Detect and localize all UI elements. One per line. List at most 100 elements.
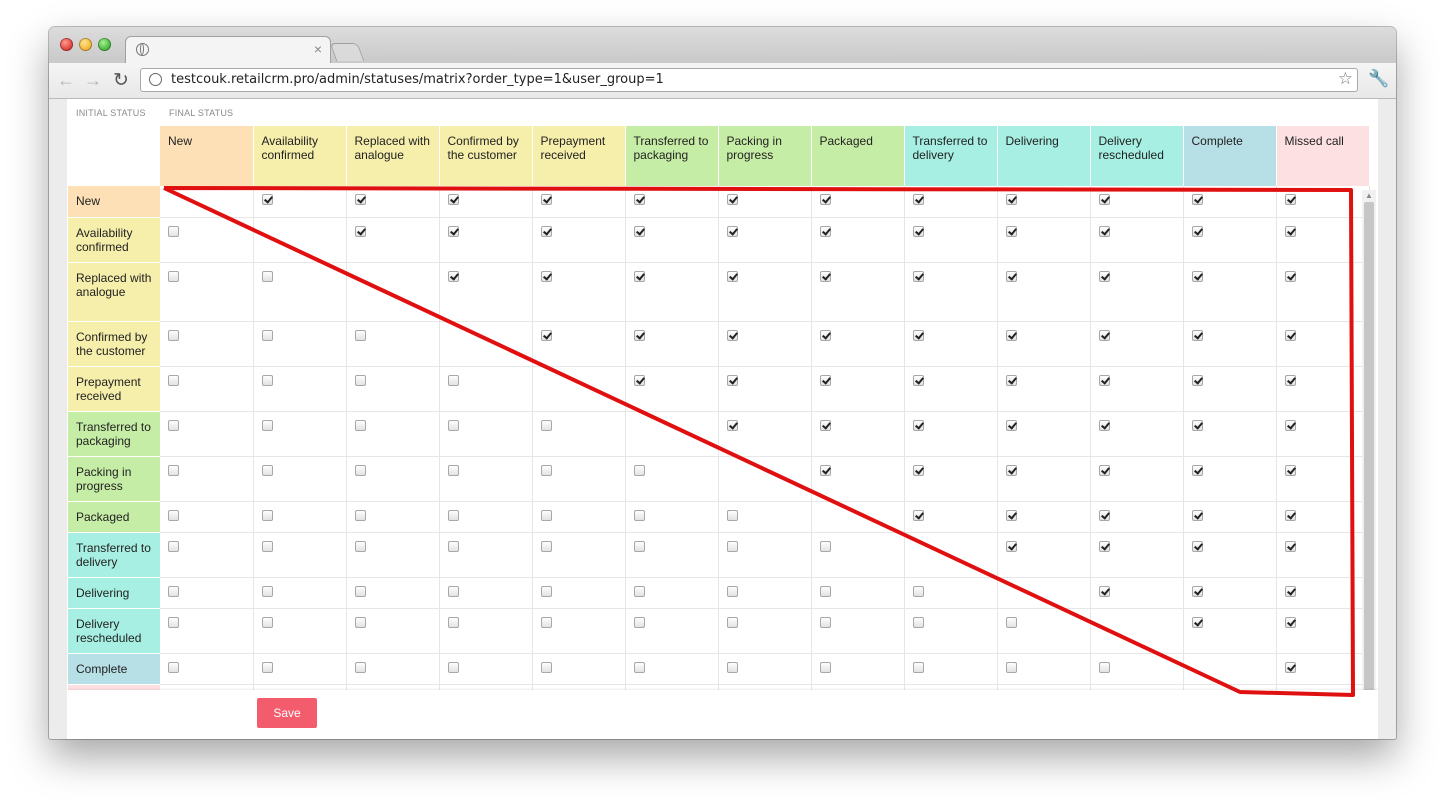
- transition-checkbox[interactable]: [261, 419, 273, 431]
- transition-checkbox[interactable]: [1098, 225, 1110, 237]
- transition-checkbox[interactable]: [819, 540, 831, 552]
- transition-checkbox[interactable]: [1191, 585, 1203, 597]
- transition-checkbox[interactable]: [540, 616, 552, 628]
- transition-checkbox[interactable]: [726, 419, 738, 431]
- transition-checkbox[interactable]: [633, 329, 645, 341]
- transition-checkbox[interactable]: [1005, 509, 1017, 521]
- transition-checkbox[interactable]: [261, 329, 273, 341]
- transition-checkbox[interactable]: [912, 419, 924, 431]
- transition-checkbox[interactable]: [354, 509, 366, 521]
- transition-checkbox[interactable]: [819, 329, 831, 341]
- transition-checkbox[interactable]: [1098, 661, 1110, 673]
- transition-checkbox[interactable]: [1005, 225, 1017, 237]
- transition-checkbox[interactable]: [633, 194, 645, 205]
- transition-checkbox[interactable]: [354, 464, 366, 476]
- transition-checkbox[interactable]: [1284, 585, 1296, 597]
- save-button[interactable]: Save: [257, 698, 317, 728]
- transition-checkbox[interactable]: [633, 374, 645, 386]
- wrench-icon[interactable]: 🔧: [1368, 69, 1389, 89]
- transition-checkbox[interactable]: [261, 374, 273, 386]
- transition-checkbox[interactable]: [912, 616, 924, 628]
- transition-checkbox[interactable]: [1098, 509, 1110, 521]
- transition-checkbox[interactable]: [1284, 509, 1296, 521]
- transition-checkbox[interactable]: [1191, 509, 1203, 521]
- transition-checkbox[interactable]: [1284, 225, 1296, 237]
- transition-checkbox[interactable]: [1191, 374, 1203, 386]
- transition-checkbox[interactable]: [1098, 585, 1110, 597]
- browser-tab[interactable]: ×: [125, 36, 331, 64]
- transition-checkbox[interactable]: [1191, 329, 1203, 341]
- transition-checkbox[interactable]: [633, 616, 645, 628]
- bookmark-star-icon[interactable]: ☆: [1338, 69, 1353, 89]
- transition-checkbox[interactable]: [1005, 329, 1017, 341]
- transition-checkbox[interactable]: [726, 374, 738, 386]
- transition-checkbox[interactable]: [447, 585, 459, 597]
- transition-checkbox[interactable]: [633, 270, 645, 282]
- transition-checkbox[interactable]: [1005, 616, 1017, 628]
- transition-checkbox[interactable]: [633, 540, 645, 552]
- transition-checkbox[interactable]: [912, 329, 924, 341]
- transition-checkbox[interactable]: [168, 464, 179, 476]
- transition-checkbox[interactable]: [447, 509, 459, 521]
- transition-checkbox[interactable]: [540, 225, 552, 237]
- transition-checkbox[interactable]: [726, 509, 738, 521]
- transition-checkbox[interactable]: [447, 616, 459, 628]
- transition-checkbox[interactable]: [261, 616, 273, 628]
- transition-checkbox[interactable]: [1191, 540, 1203, 552]
- transition-checkbox[interactable]: [1098, 329, 1110, 341]
- transition-checkbox[interactable]: [912, 585, 924, 597]
- transition-checkbox[interactable]: [168, 661, 179, 673]
- transition-checkbox[interactable]: [168, 270, 179, 282]
- transition-checkbox[interactable]: [726, 540, 738, 552]
- transition-checkbox[interactable]: [447, 661, 459, 673]
- transition-checkbox[interactable]: [261, 585, 273, 597]
- transition-checkbox[interactable]: [540, 585, 552, 597]
- transition-checkbox[interactable]: [1005, 270, 1017, 282]
- transition-checkbox[interactable]: [912, 270, 924, 282]
- transition-checkbox[interactable]: [168, 225, 179, 237]
- transition-checkbox[interactable]: [726, 225, 738, 237]
- address-bar[interactable]: testcouk.retailcrm.pro/admin/statuses/ma…: [140, 68, 1358, 92]
- transition-checkbox[interactable]: [540, 194, 552, 205]
- transition-checkbox[interactable]: [1284, 194, 1296, 205]
- transition-checkbox[interactable]: [354, 374, 366, 386]
- transition-checkbox[interactable]: [726, 661, 738, 673]
- transition-checkbox[interactable]: [912, 509, 924, 521]
- transition-checkbox[interactable]: [726, 329, 738, 341]
- transition-checkbox[interactable]: [540, 270, 552, 282]
- transition-checkbox[interactable]: [540, 329, 552, 341]
- transition-checkbox[interactable]: [1284, 329, 1296, 341]
- new-tab-button[interactable]: [329, 43, 365, 61]
- transition-checkbox[interactable]: [354, 616, 366, 628]
- transition-checkbox[interactable]: [261, 540, 273, 552]
- transition-checkbox[interactable]: [912, 374, 924, 386]
- transition-checkbox[interactable]: [540, 540, 552, 552]
- transition-checkbox[interactable]: [819, 419, 831, 431]
- transition-checkbox[interactable]: [912, 464, 924, 476]
- page-info-icon[interactable]: [149, 73, 162, 86]
- transition-checkbox[interactable]: [819, 225, 831, 237]
- transition-checkbox[interactable]: [261, 270, 273, 282]
- transition-checkbox[interactable]: [354, 540, 366, 552]
- transition-checkbox[interactable]: [1284, 616, 1296, 628]
- scroll-up-icon[interactable]: ▲: [1365, 191, 1373, 200]
- reload-icon[interactable]: ↻: [113, 69, 129, 92]
- vertical-scrollbar[interactable]: ▲: [1362, 190, 1376, 739]
- transition-checkbox[interactable]: [354, 329, 366, 341]
- transition-checkbox[interactable]: [633, 661, 645, 673]
- url-text[interactable]: testcouk.retailcrm.pro/admin/statuses/ma…: [171, 72, 664, 87]
- transition-checkbox[interactable]: [540, 464, 552, 476]
- scrollbar-thumb[interactable]: [1364, 202, 1374, 739]
- transition-checkbox[interactable]: [1098, 464, 1110, 476]
- transition-checkbox[interactable]: [447, 374, 459, 386]
- transition-checkbox[interactable]: [1005, 374, 1017, 386]
- transition-checkbox[interactable]: [726, 270, 738, 282]
- transition-checkbox[interactable]: [168, 374, 179, 386]
- transition-checkbox[interactable]: [1005, 464, 1017, 476]
- transition-checkbox[interactable]: [261, 661, 273, 673]
- transition-checkbox[interactable]: [354, 225, 366, 237]
- transition-checkbox[interactable]: [261, 509, 273, 521]
- transition-checkbox[interactable]: [1191, 194, 1203, 205]
- transition-checkbox[interactable]: [447, 419, 459, 431]
- transition-checkbox[interactable]: [168, 540, 179, 552]
